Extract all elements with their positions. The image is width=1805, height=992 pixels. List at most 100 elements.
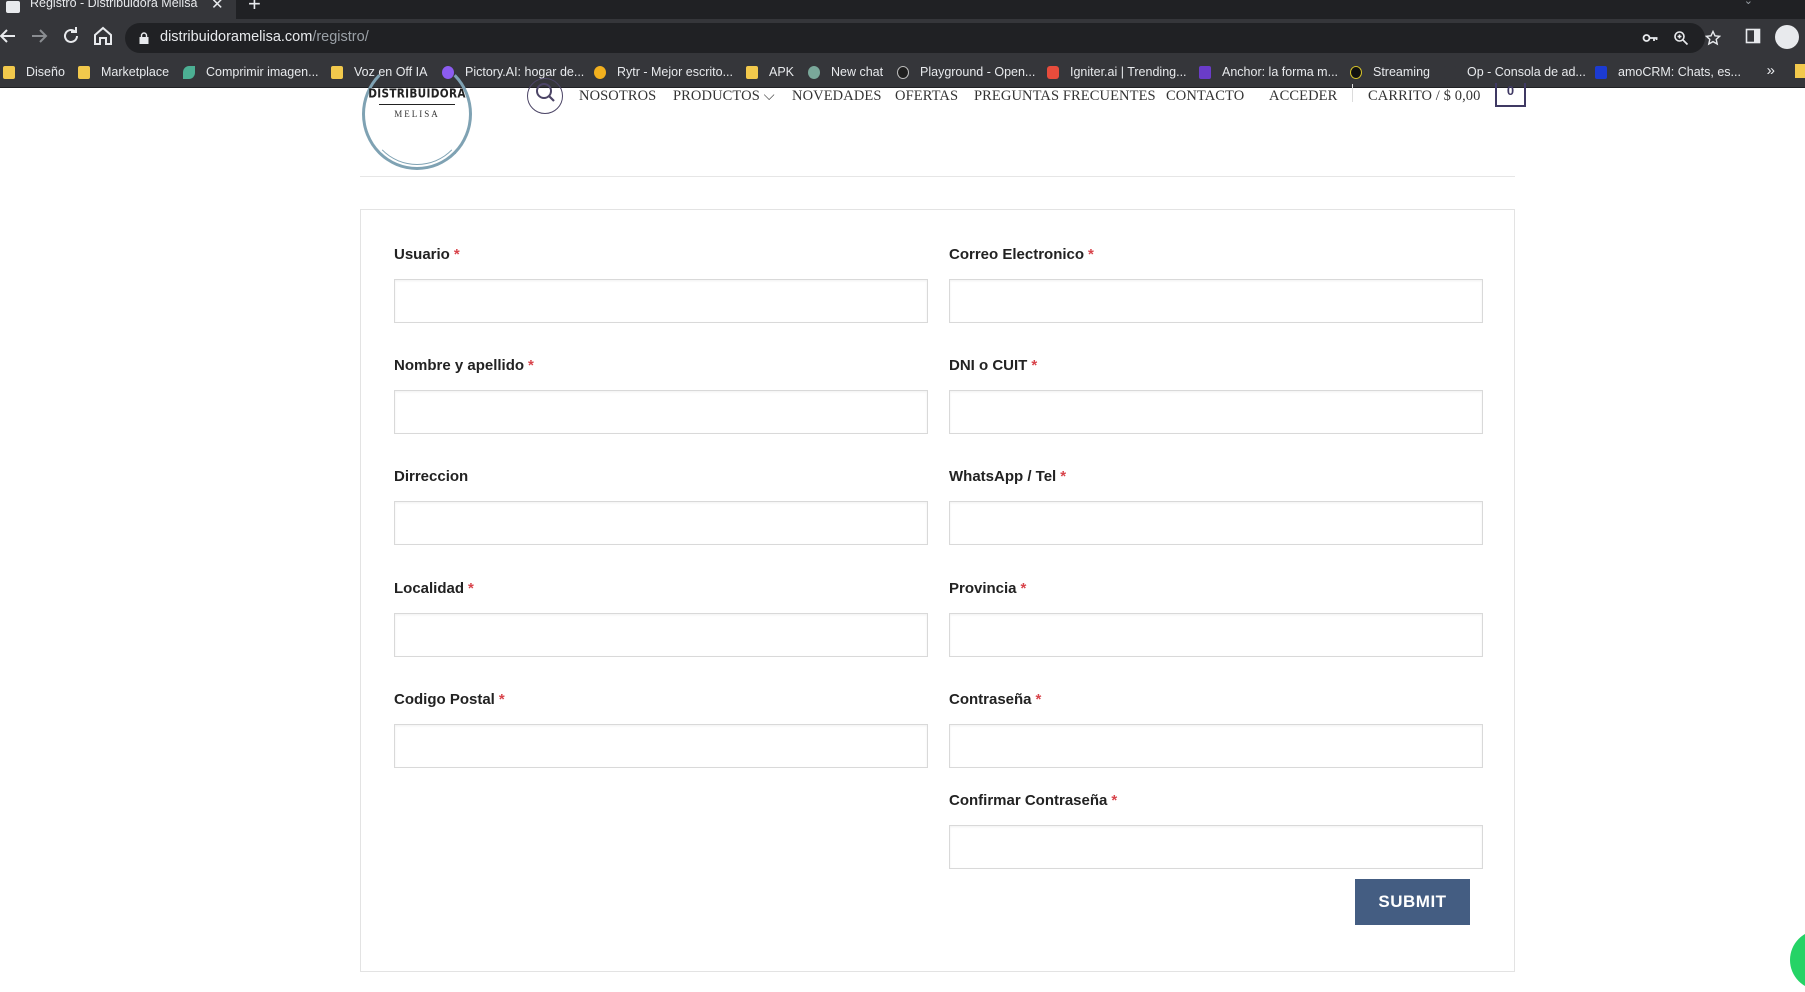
- field-confirmar-contrasena: Confirmar Contraseña *: [949, 791, 1483, 869]
- field-label: DNI o CUIT *: [949, 356, 1483, 376]
- zoom-icon[interactable]: [1670, 27, 1692, 49]
- field-label: Codigo Postal *: [394, 690, 928, 710]
- op-icon: [1444, 65, 1456, 79]
- nav-novedades[interactable]: NOVEDADES: [792, 88, 882, 108]
- new-tab-button[interactable]: +: [248, 0, 261, 17]
- leaf-icon: [183, 65, 195, 79]
- bookmark-item[interactable]: amoCRM: Chats, es...: [1595, 62, 1741, 82]
- other-bookmarks-folder-icon[interactable]: [1795, 64, 1805, 78]
- field-localidad: Localidad *: [394, 579, 928, 657]
- reload-button[interactable]: [59, 24, 83, 48]
- label-text: Contraseña: [949, 691, 1032, 708]
- bookmark-label: Pictory.AI: hogar de...: [465, 65, 585, 79]
- field-nombre: Nombre y apellido *: [394, 356, 928, 434]
- bookmark-label: Playground - Open...: [920, 65, 1036, 79]
- address-bar[interactable]: distribuidoramelisa.com/registro/: [125, 23, 1722, 53]
- confirm-password-input[interactable]: [949, 825, 1483, 869]
- required-mark: *: [1031, 357, 1038, 374]
- bookmark-item[interactable]: Playground - Open...: [897, 62, 1035, 82]
- required-mark: *: [498, 691, 505, 708]
- field-provincia: Provincia *: [949, 579, 1483, 657]
- nombre-input[interactable]: [394, 390, 928, 434]
- side-panel-button[interactable]: [1741, 24, 1765, 48]
- bookmark-item[interactable]: Rytr - Mejor escrito...: [594, 62, 733, 82]
- password-input[interactable]: [949, 724, 1483, 768]
- required-mark: *: [1060, 468, 1067, 485]
- required-mark: *: [1020, 580, 1027, 597]
- bookmark-item[interactable]: New chat: [808, 62, 883, 82]
- nav-ofertas[interactable]: OFERTAS: [895, 88, 958, 108]
- back-arrow-icon: [0, 29, 15, 43]
- side-panel-icon: [1745, 28, 1761, 44]
- tab-title: Registro - Distribuidora Melisa: [30, 0, 198, 10]
- field-label: WhatsApp / Tel *: [949, 467, 1483, 487]
- bookmark-label: Op - Consola de ad...: [1467, 65, 1586, 79]
- site-logo[interactable]: DISTRIBUIDORA MELISA: [357, 58, 477, 186]
- nav-contacto[interactable]: CONTACTO: [1166, 88, 1244, 108]
- field-label: Confirmar Contraseña *: [949, 791, 1483, 811]
- cart-count-badge[interactable]: 0: [1495, 83, 1526, 107]
- required-mark: *: [1035, 691, 1042, 708]
- bookmark-item[interactable]: Streaming: [1350, 62, 1430, 82]
- email-input[interactable]: [949, 279, 1483, 323]
- site-favicon-icon: [6, 1, 20, 13]
- site-header: DISTRIBUIDORA MELISA NOSOTROS PRODUCTOS …: [0, 58, 1805, 178]
- codigo-postal-input[interactable]: [394, 724, 928, 768]
- folder-icon: [331, 65, 343, 79]
- label-text: Codigo Postal: [394, 691, 495, 708]
- folder-icon: [746, 65, 758, 79]
- profile-avatar-icon[interactable]: [1775, 25, 1799, 49]
- bookmark-item[interactable]: Igniter.ai | Trending...: [1047, 62, 1187, 82]
- browser-tab[interactable]: Registro - Distribuidora Melisa ✕: [0, 0, 236, 19]
- submit-button[interactable]: SUBMIT: [1355, 879, 1470, 925]
- nav-acceder[interactable]: ACCEDER: [1269, 88, 1337, 108]
- forward-button[interactable]: [27, 24, 51, 48]
- usuario-input[interactable]: [394, 279, 928, 323]
- bookmark-item[interactable]: APK: [746, 62, 794, 82]
- whatsapp-input[interactable]: [949, 501, 1483, 545]
- bookmark-item[interactable]: Anchor: la forma m...: [1199, 62, 1338, 82]
- label-text: WhatsApp / Tel: [949, 468, 1057, 485]
- field-label: Correo Electronico *: [949, 245, 1483, 265]
- bookmark-item[interactable]: Diseño: [3, 62, 65, 82]
- nav-productos[interactable]: PRODUCTOS ⌵: [673, 88, 775, 108]
- localidad-input[interactable]: [394, 613, 928, 657]
- provincia-input[interactable]: [949, 613, 1483, 657]
- field-contrasena: Contraseña *: [949, 690, 1483, 768]
- logo-divider: [379, 104, 455, 105]
- bookmark-item[interactable]: Op - Consola de ad...: [1444, 62, 1586, 82]
- label-text: Correo Electronico: [949, 246, 1085, 263]
- direccion-input[interactable]: [394, 501, 928, 545]
- lock-icon[interactable]: [139, 32, 149, 44]
- field-whatsapp: WhatsApp / Tel *: [949, 467, 1483, 545]
- field-label: Usuario *: [394, 245, 928, 265]
- bookmark-star-icon[interactable]: [1702, 27, 1724, 49]
- home-button[interactable]: [91, 24, 115, 48]
- search-button[interactable]: [527, 78, 563, 114]
- bookmark-label: APK: [769, 65, 795, 79]
- label-text: Usuario: [394, 246, 450, 263]
- home-icon: [94, 26, 112, 45]
- password-key-icon[interactable]: [1639, 27, 1661, 49]
- tab-search-chevron-icon[interactable]: ⌄: [1744, 0, 1753, 7]
- bookmark-item[interactable]: Comprimir imagen...: [183, 62, 319, 82]
- back-button[interactable]: [0, 24, 20, 48]
- url-text[interactable]: distribuidoramelisa.com/registro/: [160, 29, 369, 45]
- logo-name: DISTRIBUIDORA: [368, 87, 466, 101]
- field-label: Localidad *: [394, 579, 928, 599]
- close-tab-icon[interactable]: ✕: [211, 0, 224, 13]
- nav-divider: [1352, 84, 1353, 102]
- more-bookmarks-button[interactable]: »: [1767, 62, 1775, 79]
- nav-preguntas-frecuentes[interactable]: PREGUNTAS FRECUENTES: [974, 88, 1156, 108]
- field-label: Dirreccion: [394, 467, 928, 487]
- field-label: Nombre y apellido *: [394, 356, 928, 376]
- cart-link[interactable]: CARRITO / $ 0,00: [1368, 88, 1481, 108]
- whatsapp-chat-icon[interactable]: [1790, 930, 1805, 990]
- dni-input[interactable]: [949, 390, 1483, 434]
- bookmark-label: Diseño: [26, 65, 65, 79]
- nav-nosotros[interactable]: NOSOTROS: [579, 88, 656, 108]
- required-mark: *: [453, 246, 460, 263]
- bookmark-label: Igniter.ai | Trending...: [1070, 65, 1187, 79]
- anchor-icon: [1199, 65, 1211, 79]
- bookmark-item[interactable]: Marketplace: [78, 62, 169, 82]
